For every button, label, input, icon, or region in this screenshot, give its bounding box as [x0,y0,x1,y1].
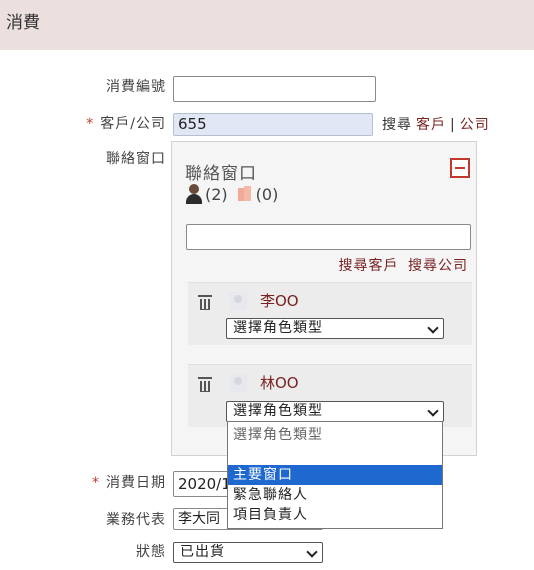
search-text: 搜尋 [382,117,412,133]
customer-search-links: 搜尋 客戶 | 公司 [382,114,490,134]
company-icon [237,186,252,202]
date-label-row: * 消費日期 [60,472,166,492]
status-select[interactable]: 已出貨 [173,542,323,563]
search-company-link[interactable]: 公司 [460,117,490,133]
dropdown-option[interactable] [228,445,442,465]
contact-search-links: 搜尋客戶 搜尋公司 [339,255,468,275]
contact-card: 李OO 選擇角色類型 [188,282,472,345]
dropdown-option-highlighted[interactable]: 主要窗口 [228,465,442,485]
link-separator: | [450,117,456,133]
role-select[interactable]: 選擇角色類型 [226,401,444,422]
contact-name: 林OO [260,374,299,392]
role-select-value: 選擇角色類型 [233,403,323,419]
chevron-down-icon [427,322,439,334]
search-customer-link[interactable]: 客戶 [416,117,446,133]
dropdown-option[interactable]: 選擇角色類型 [228,425,442,445]
search-company-link[interactable]: 搜尋公司 [408,258,468,274]
dropdown-option[interactable]: 緊急聯絡人 [228,485,442,505]
contact-search-input[interactable] [186,224,471,250]
date-label: 消費日期 [106,475,166,491]
collapse-minus-button[interactable] [450,158,470,178]
contact-card: 林OO 選擇角色類型 [188,364,472,427]
role-select-value: 選擇角色類型 [233,320,323,336]
avatar [229,374,247,392]
consumption-no-input[interactable] [173,76,376,102]
chevron-down-icon [427,405,439,417]
contact-panel-title: 聯絡窗口 [185,164,257,184]
contact-name: 李OO [260,292,299,310]
person-count: (2) [205,184,228,204]
role-dropdown-list: 選擇角色類型 主要窗口 緊急聯絡人 項目負責人 [227,421,443,529]
trash-icon[interactable] [198,295,212,310]
page-title: 消費 [6,13,40,33]
contact-label: 聯絡窗口 [106,151,166,167]
customer-input[interactable]: 655 [173,113,373,136]
search-customer-link[interactable]: 搜尋客戶 [339,258,399,274]
person-icon [185,184,203,204]
customer-label-row: * 客戶/公司 [60,113,166,133]
required-mark: * [86,116,95,132]
trash-icon[interactable] [198,377,212,392]
contact-panel: 聯絡窗口 (2) (0) 搜尋客戶 搜尋公司 李OO 選擇角色類型 林OO 選擇… [171,141,477,456]
status-select-value: 已出貨 [180,544,225,560]
sales-rep-label: 業務代表 [106,512,166,528]
role-select[interactable]: 選擇角色類型 [226,318,444,339]
consumption-no-label: 消費編號 [106,79,166,95]
avatar [229,292,247,310]
chevron-down-icon [306,546,318,558]
contact-counts: (2) (0) [185,184,278,204]
customer-label: 客戶/公司 [100,116,166,132]
page-header: 消費 [0,0,534,50]
company-count: (0) [255,184,279,204]
dropdown-option[interactable]: 項目負責人 [228,505,442,525]
status-label: 狀態 [136,544,166,560]
required-mark: * [92,475,100,491]
